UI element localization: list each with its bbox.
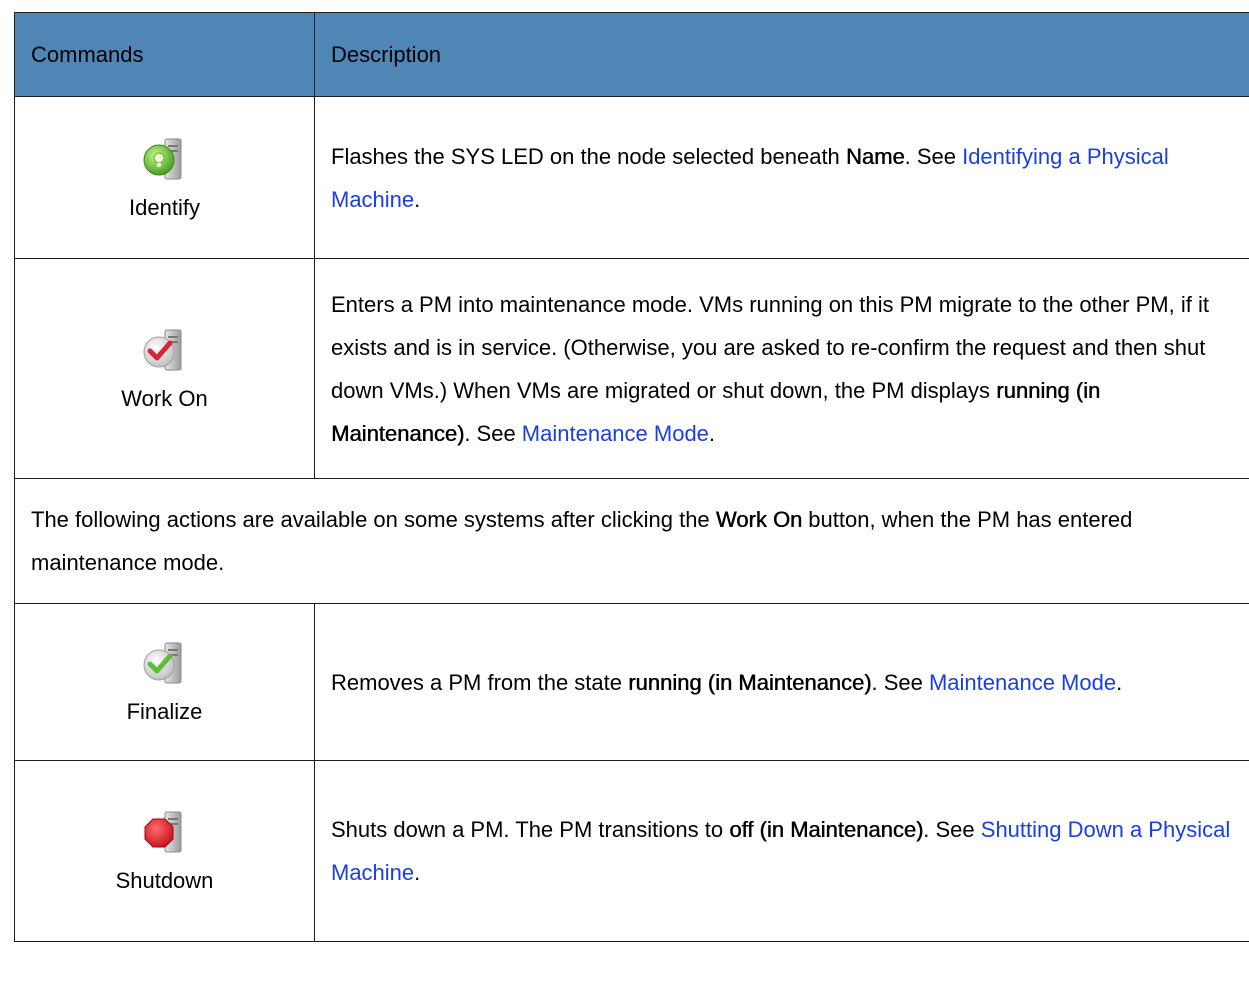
note-cell: The following actions are available on s… bbox=[14, 478, 1249, 604]
link-maintenance-mode[interactable]: Maintenance Mode bbox=[929, 670, 1116, 695]
command-cell: Work On bbox=[14, 258, 315, 479]
description-cell: Shuts down a PM. The PM transitions to o… bbox=[314, 760, 1249, 942]
description-cell: Enters a PM into maintenance mode. VMs r… bbox=[314, 258, 1249, 479]
table-row: Identify Flashes the SYS LED on the node… bbox=[14, 96, 1249, 259]
work-on-icon[interactable] bbox=[141, 326, 189, 374]
description-cell: Removes a PM from the state running (in … bbox=[314, 603, 1249, 761]
identify-icon[interactable] bbox=[141, 135, 189, 183]
link-maintenance-mode[interactable]: Maintenance Mode bbox=[522, 421, 709, 446]
bold-term: Work On bbox=[715, 507, 803, 532]
table-row: Shutdown Shuts down a PM. The PM transit… bbox=[14, 760, 1249, 942]
command-label: Work On bbox=[121, 385, 208, 411]
note-row: The following actions are available on s… bbox=[14, 478, 1249, 604]
commands-table: Commands Description Identify Flashes th… bbox=[14, 12, 1249, 942]
bold-term: Name bbox=[845, 143, 905, 169]
table-header-row: Commands Description bbox=[14, 12, 1249, 97]
bold-term: running (in Maintenance) bbox=[628, 669, 872, 695]
shutdown-icon[interactable] bbox=[141, 808, 189, 856]
header-commands: Commands bbox=[14, 12, 315, 97]
table-row: Finalize Removes a PM from the state run… bbox=[14, 603, 1249, 761]
command-cell: Identify bbox=[14, 96, 315, 259]
command-label: Finalize bbox=[126, 699, 203, 724]
command-label: Identify bbox=[129, 194, 200, 220]
finalize-icon[interactable] bbox=[141, 639, 189, 687]
header-description: Description bbox=[314, 12, 1249, 97]
description-cell: Flashes the SYS LED on the node selected… bbox=[314, 96, 1249, 259]
command-cell: Finalize bbox=[14, 603, 315, 761]
command-label: Shutdown bbox=[115, 868, 214, 893]
command-cell: Shutdown bbox=[14, 760, 315, 942]
table-row: Work On Enters a PM into maintenance mod… bbox=[14, 258, 1249, 479]
bold-term: off (in Maintenance) bbox=[729, 817, 924, 842]
